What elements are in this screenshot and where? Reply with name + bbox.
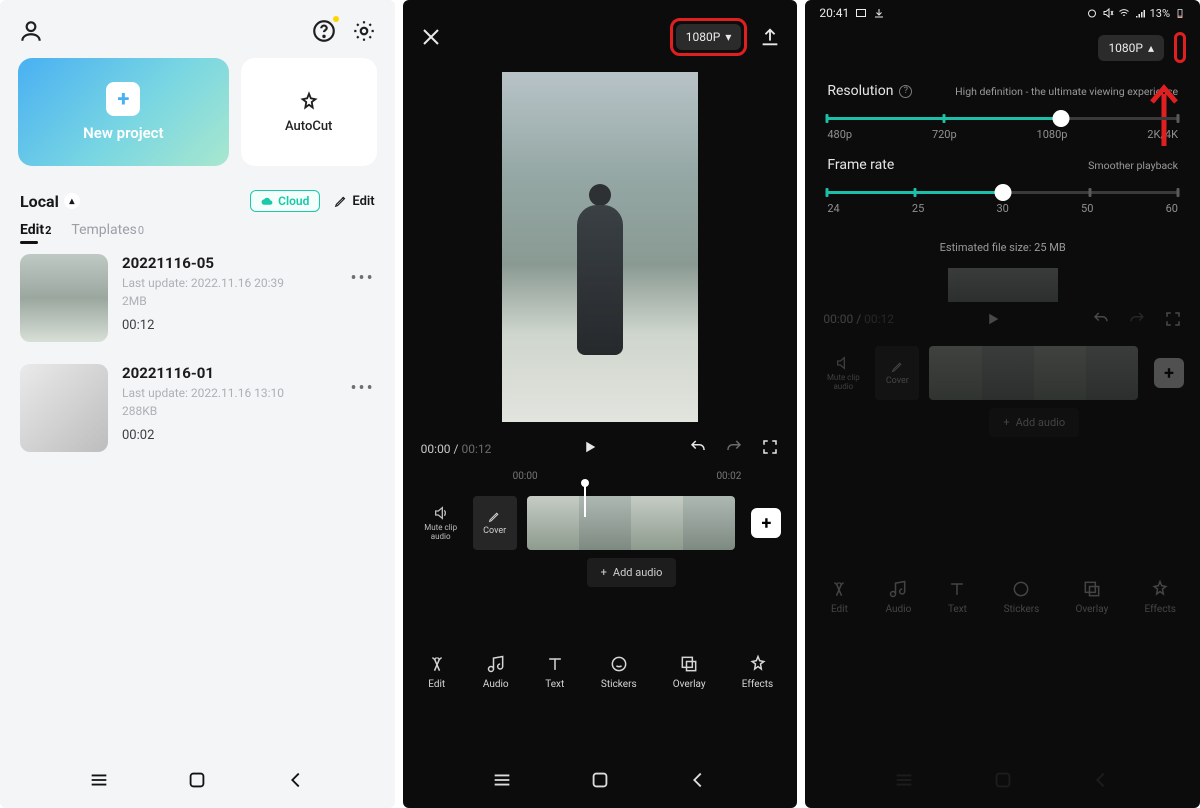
estimated-size: Estimated file size: 25 MB xyxy=(805,241,1200,254)
playhead[interactable] xyxy=(584,482,586,517)
new-project-label: New project xyxy=(83,124,163,142)
new-project-card[interactable]: + New project xyxy=(18,58,229,166)
cloud-button[interactable]: Cloud xyxy=(250,190,320,212)
project-item[interactable]: 20221116-05 Last update: 2022.11.16 20:3… xyxy=(20,254,375,342)
help-icon[interactable] xyxy=(311,18,337,44)
status-time: 20:41 xyxy=(819,6,849,20)
project-duration: 00:02 xyxy=(122,428,336,443)
project-thumbnail xyxy=(20,364,108,452)
project-duration: 00:12 xyxy=(122,318,336,333)
timeline-ruler: 00:0000:02 xyxy=(403,467,798,486)
autocut-card[interactable]: AutoCut xyxy=(241,58,377,166)
redo-icon[interactable] xyxy=(725,438,743,459)
tab-templates[interactable]: Templates0 xyxy=(71,222,144,238)
section-local[interactable]: Local ▴ xyxy=(20,192,80,211)
mute-icon xyxy=(1102,7,1114,19)
slider-thumb[interactable] xyxy=(1052,110,1069,127)
download-icon xyxy=(873,7,885,19)
android-navbar xyxy=(0,752,395,808)
chevron-up-icon: ▴ xyxy=(1148,41,1154,55)
nav-recents-icon[interactable] xyxy=(88,769,110,791)
tool-edit[interactable]: Edit xyxy=(427,654,447,690)
screen-export-settings: 20:41 13% 1080P ▴ Resolution? Hig xyxy=(805,0,1200,808)
image-icon xyxy=(855,7,867,19)
cloud-icon xyxy=(261,195,274,208)
plus-icon: + xyxy=(601,566,607,579)
tool-overlay[interactable]: Overlay xyxy=(673,654,706,690)
highlight-export xyxy=(1174,32,1186,63)
project-updated: Last update: 2022.11.16 13:10 xyxy=(122,386,336,400)
edit-list-button[interactable]: Edit xyxy=(334,194,374,209)
battery-icon xyxy=(1174,7,1186,19)
editor-toolbar: Edit Audio Text Stickers Overlay Effects xyxy=(403,640,798,700)
add-audio-button[interactable]: + Add audio xyxy=(587,558,677,587)
sparkle-icon xyxy=(298,91,320,113)
status-bar: 20:41 13% xyxy=(805,0,1200,20)
framerate-slider: Frame rate Smoother playback 2425305060 xyxy=(805,147,1200,221)
alarm-icon xyxy=(1086,7,1098,19)
arrow-annotation xyxy=(1146,76,1182,146)
screen-home: + New project AutoCut Local ▴ Cloud Edit… xyxy=(0,0,395,808)
tool-stickers[interactable]: Stickers xyxy=(601,654,637,690)
plus-icon: + xyxy=(106,82,140,116)
time-display: 00:00 / 00:12 xyxy=(421,442,492,456)
screen-editor: 1080P ▾ 00:00 / 00:12 00:0000:02 xyxy=(403,0,798,808)
project-title: 20221116-01 xyxy=(122,364,336,382)
highlight-resolution: 1080P ▾ xyxy=(670,18,748,56)
undo-icon[interactable] xyxy=(689,438,707,459)
mute-clip-button[interactable]: Mute clip audio xyxy=(419,505,463,542)
resolution-button[interactable]: 1080P ▴ xyxy=(1098,35,1164,61)
resolution-slider: Resolution? High definition - the ultima… xyxy=(805,73,1200,147)
dimmed-editor-background: 00:00 / 00:12 Mute clip audio Cover + +A… xyxy=(805,268,1200,808)
settings-icon[interactable] xyxy=(351,18,377,44)
project-size: 2MB xyxy=(122,294,336,308)
nav-back-icon[interactable] xyxy=(687,769,709,791)
tool-audio[interactable]: Audio xyxy=(483,654,509,690)
tool-text[interactable]: Text xyxy=(545,654,565,690)
home-header xyxy=(0,0,395,58)
close-icon[interactable] xyxy=(419,25,443,49)
tool-effects[interactable]: Effects xyxy=(742,654,773,690)
nav-home-icon[interactable] xyxy=(186,769,208,791)
slider-thumb[interactable] xyxy=(994,184,1011,201)
project-updated: Last update: 2022.11.16 20:39 xyxy=(122,276,336,290)
add-clip-button[interactable]: + xyxy=(751,508,781,538)
slider-track[interactable] xyxy=(827,117,1178,120)
project-item[interactable]: 20221116-01 Last update: 2022.11.16 13:1… xyxy=(20,364,375,452)
chevron-up-icon: ▴ xyxy=(64,193,80,209)
playback-bar: 00:00 / 00:12 xyxy=(403,430,798,467)
wifi-icon xyxy=(1118,7,1130,19)
project-size: 288KB xyxy=(122,404,336,418)
fullscreen-icon[interactable] xyxy=(761,438,779,459)
info-icon[interactable]: ? xyxy=(899,85,912,98)
play-icon[interactable] xyxy=(581,438,599,459)
pencil-icon xyxy=(334,194,348,208)
resolution-button[interactable]: 1080P ▾ xyxy=(676,24,742,50)
battery-pct: 13% xyxy=(1150,7,1170,20)
profile-icon[interactable] xyxy=(18,18,44,44)
cover-button[interactable]: Cover xyxy=(473,496,517,550)
export-icon[interactable] xyxy=(759,26,781,48)
video-clip[interactable] xyxy=(527,496,736,550)
android-navbar xyxy=(403,752,798,808)
signal-icon xyxy=(1134,7,1146,19)
tab-edit[interactable]: Edit2 xyxy=(20,222,51,238)
video-preview[interactable] xyxy=(403,66,798,430)
timeline[interactable]: Mute clip audio Cover + + Add audio xyxy=(403,486,798,587)
nav-back-icon[interactable] xyxy=(285,769,307,791)
nav-recents-icon[interactable] xyxy=(491,769,513,791)
nav-home-icon[interactable] xyxy=(589,769,611,791)
chevron-down-icon: ▾ xyxy=(725,30,731,44)
autocut-label: AutoCut xyxy=(285,119,332,134)
project-title: 20221116-05 xyxy=(122,254,336,272)
project-thumbnail xyxy=(20,254,108,342)
more-icon[interactable]: ••• xyxy=(350,268,374,289)
more-icon[interactable]: ••• xyxy=(350,378,374,399)
slider-track[interactable] xyxy=(827,191,1178,194)
